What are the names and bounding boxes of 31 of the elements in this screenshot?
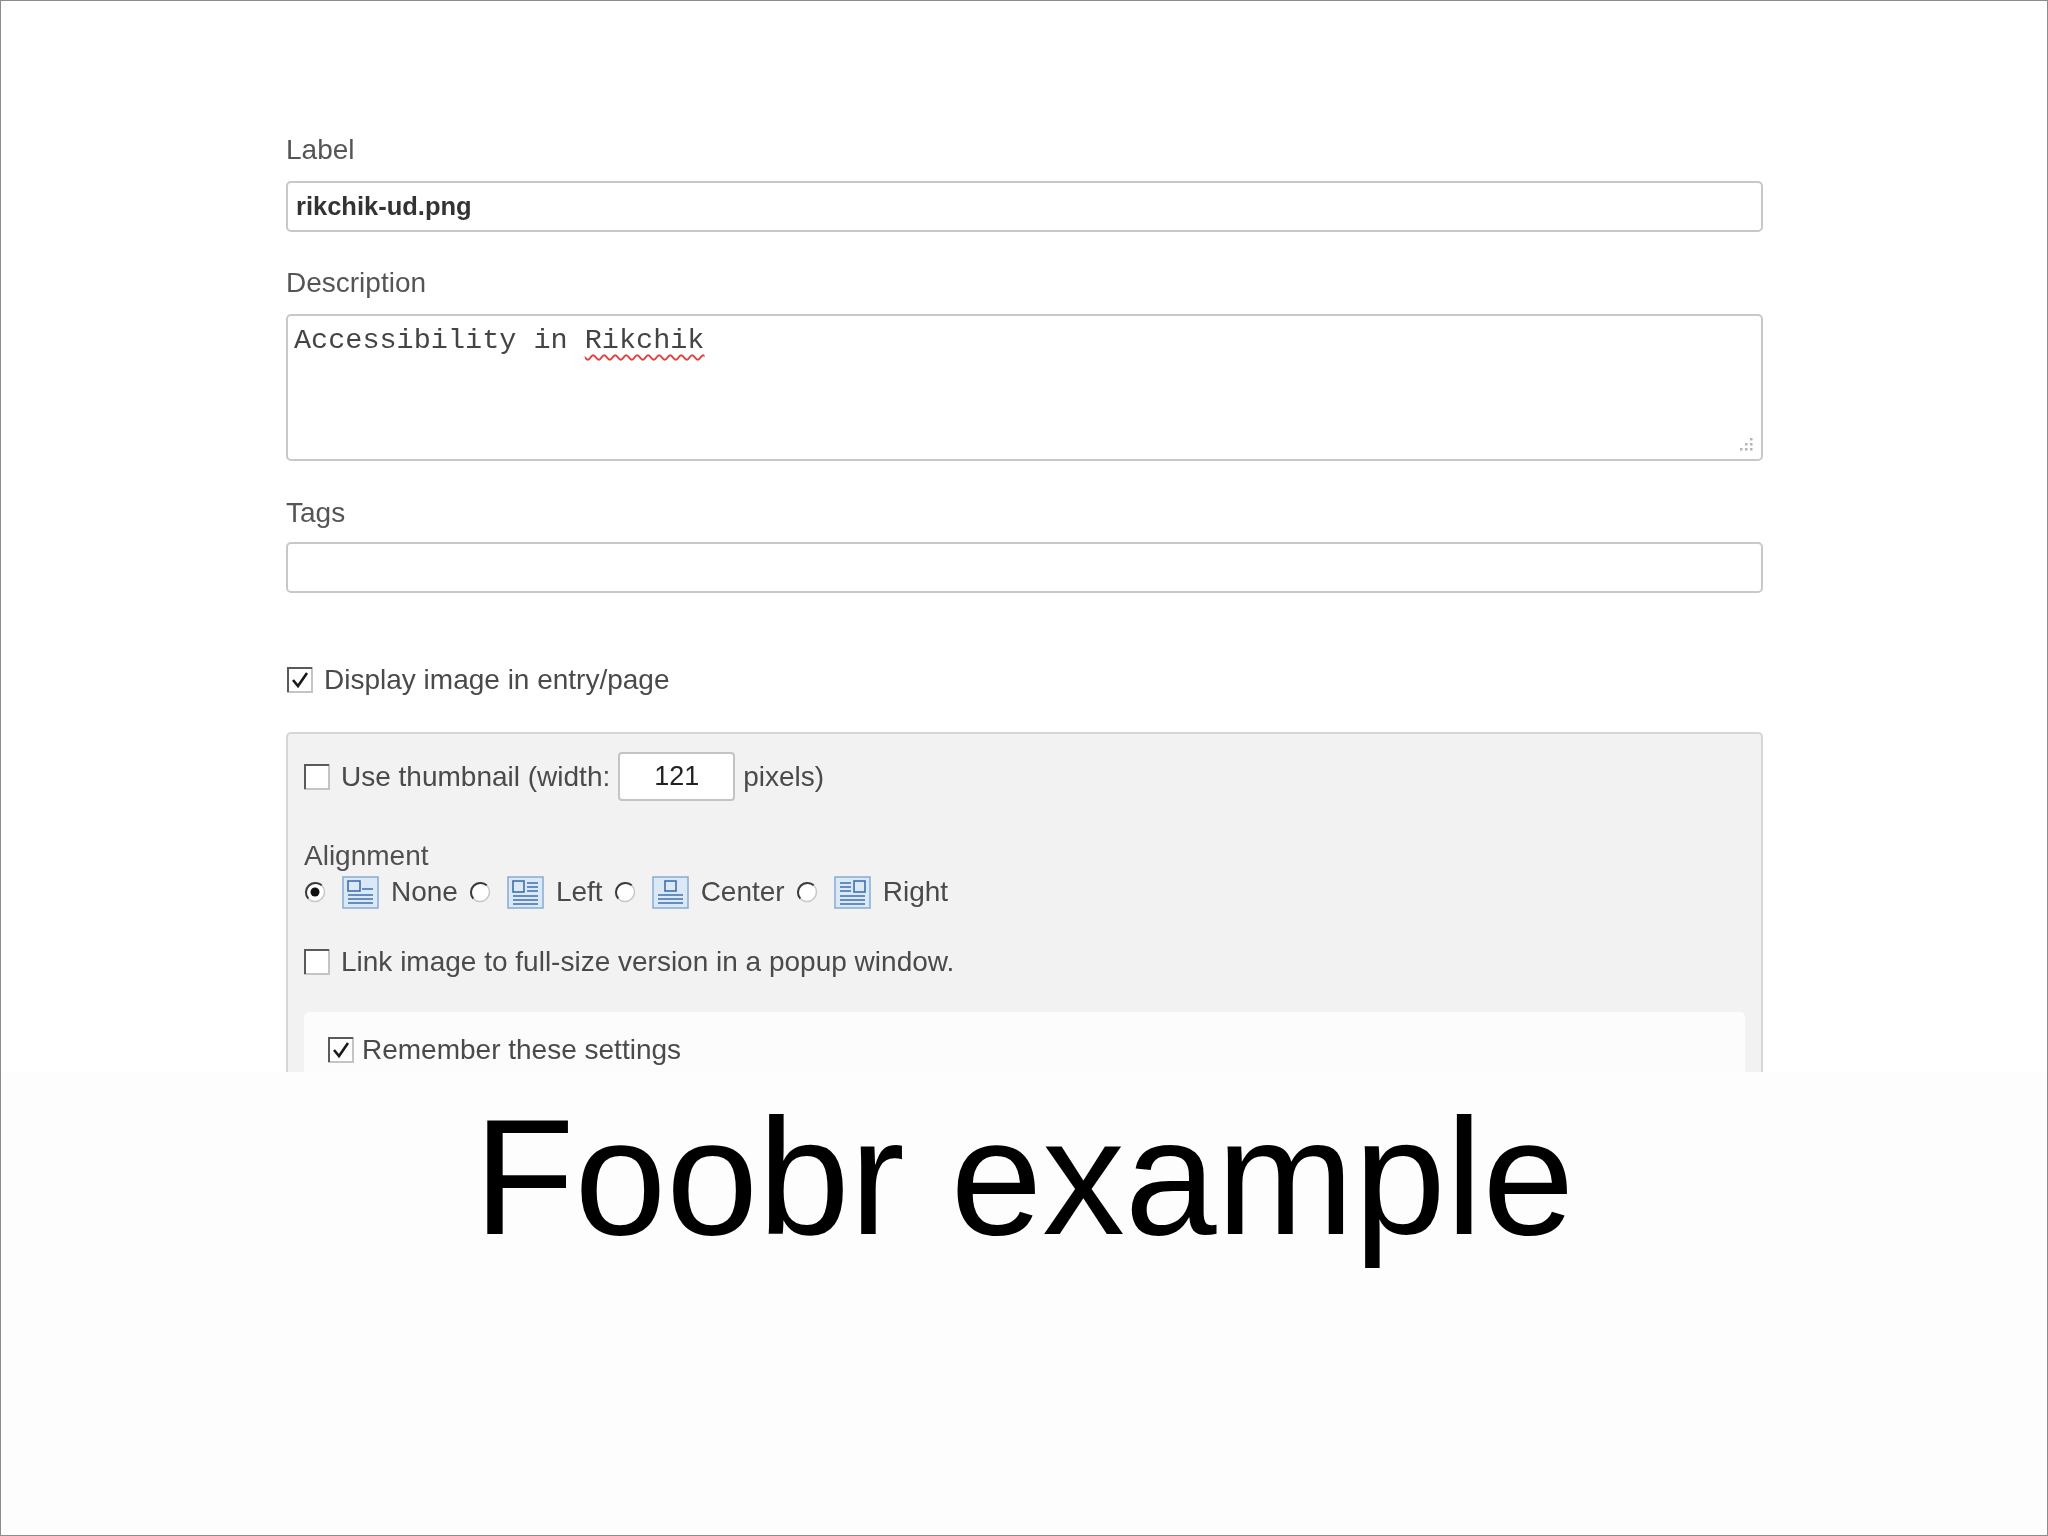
checkbox-label: Display image in entry/page	[324, 664, 670, 696]
checkbox[interactable]	[328, 1037, 354, 1063]
field-label: Description	[286, 267, 427, 299]
slide-title: Foobr example	[473, 1084, 1575, 1271]
field-label: Tags	[286, 497, 346, 529]
radio-button[interactable]	[304, 881, 326, 903]
image-left-of-text-icon	[506, 875, 544, 909]
width-input[interactable]: 121	[618, 752, 736, 801]
checkbox-label: Remember these settings	[362, 1034, 682, 1066]
description-textarea[interactable]: Accessibility in Rikchik	[286, 314, 1763, 461]
field-label: Label	[286, 134, 355, 166]
image-right-of-text-icon	[833, 875, 871, 909]
checkbox-label: Link image to full-size version in a popup window.	[341, 946, 955, 978]
checkbox[interactable]	[304, 949, 330, 975]
radio-label: Left	[555, 876, 603, 908]
alignment-label: Alignment	[304, 840, 429, 872]
radio-label: Right	[882, 876, 949, 908]
label-input[interactable]: rikchik-ud.png	[286, 181, 1763, 232]
resize-grip-icon[interactable]	[1739, 437, 1753, 451]
image-centered-above-text-icon	[651, 875, 689, 909]
radio-label: None	[391, 876, 458, 908]
tags-input[interactable]	[286, 542, 1763, 593]
radio-button[interactable]	[613, 881, 636, 903]
checkbox[interactable]	[304, 763, 330, 790]
radio-label: Center	[700, 876, 785, 908]
checkbox[interactable]	[287, 667, 313, 693]
radio-button[interactable]	[468, 881, 491, 903]
unit-label: pixels)	[743, 760, 825, 793]
radio-button[interactable]	[795, 881, 818, 903]
image-above-text-icon	[342, 875, 379, 909]
checkbox-label: Use thumbnail (width:	[341, 760, 611, 793]
